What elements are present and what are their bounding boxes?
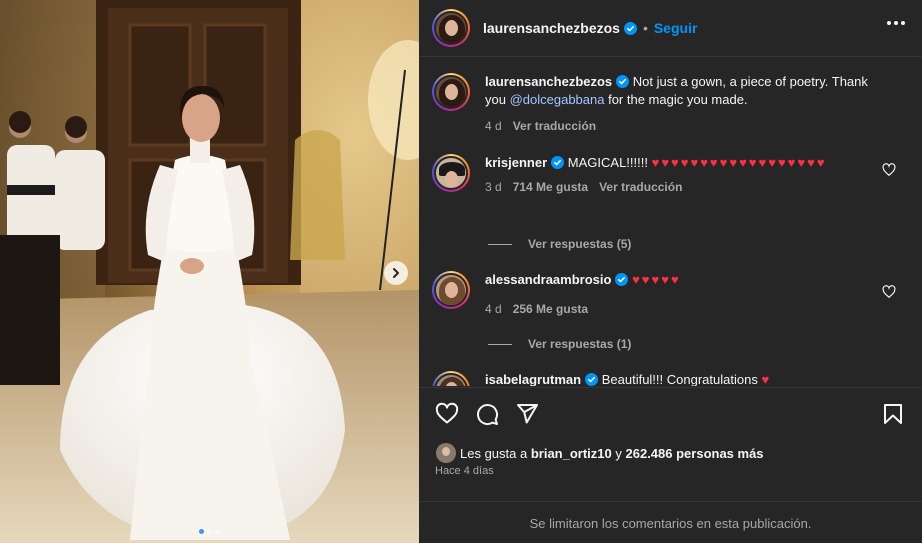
caption-mention[interactable]: @dolcegabbana [510, 92, 605, 107]
post-side-panel: laurensanchezbezos • Seguir laurensanche… [419, 0, 922, 543]
heart-emojis: ♥♥♥♥♥ [632, 272, 681, 287]
send-icon[interactable] [515, 402, 539, 426]
liker-avatar [436, 443, 456, 463]
likes-prefix: Les gusta a [460, 445, 528, 461]
comment-avatar[interactable] [432, 271, 470, 309]
verified-badge-icon [585, 373, 599, 386]
liker-username[interactable]: brian_ortiz10 [531, 446, 612, 461]
likes-middle: y [611, 445, 626, 461]
author-avatar[interactable] [432, 9, 470, 47]
verified-badge-icon [616, 75, 630, 88]
verified-badge-icon [551, 156, 565, 169]
carousel-dot [215, 529, 220, 534]
comment-likes[interactable]: 256 Me gusta [513, 300, 588, 318]
verified-badge-icon [623, 21, 637, 35]
caption-translate-link[interactable]: Ver traducción [513, 117, 596, 135]
comment-likes[interactable]: 714 Me gusta [513, 178, 588, 196]
comment-text: Beautiful!!! Congratulations [601, 372, 758, 386]
comment-translate-link[interactable]: Ver traducción [599, 178, 682, 196]
comment-username[interactable]: alessandraambrosio [485, 272, 611, 287]
caption-avatar[interactable] [432, 73, 470, 111]
heart-emojis: ♥♥♥♥♥♥♥♥♥♥♥♥♥♥♥♥♥♥ [651, 155, 827, 170]
comment-age: 3 d [485, 180, 502, 194]
comment-username[interactable]: krisjenner [485, 155, 547, 170]
bookmark-icon[interactable] [881, 402, 905, 426]
view-replies-button[interactable]: Ver respuestas (5) [488, 237, 631, 251]
comment-item: krisjenner MAGICAL!!!!!! ♥♥♥♥♥♥♥♥♥♥♥♥♥♥♥… [432, 154, 912, 196]
view-replies-label: Ver respuestas (1) [528, 337, 632, 351]
heart-icon[interactable] [435, 402, 459, 426]
wedding-gown-photo [0, 0, 419, 543]
post-timestamp: Hace 4 días [435, 465, 494, 477]
caption: laurensanchezbezos Not just a gown, a pi… [432, 73, 912, 135]
comments-limited-notice: Se limitaron los comentarios en esta pub… [419, 501, 922, 543]
comment-like-heart-icon[interactable] [882, 163, 896, 177]
heart-emojis: ♥ [761, 372, 772, 386]
instagram-post: laurensanchezbezos • Seguir laurensanche… [0, 0, 922, 543]
post-header: laurensanchezbezos • Seguir [419, 0, 922, 57]
caption-text-end: for the magic you made. [604, 92, 748, 107]
post-media[interactable] [0, 0, 419, 543]
comment-username[interactable]: isabelagrutman [485, 372, 581, 386]
chevron-right-icon [393, 268, 399, 278]
author-username[interactable]: laurensanchezbezos [483, 20, 620, 36]
post-actions: Les gusta a brian_ortiz10 y 262.486 pers… [419, 387, 922, 543]
likes-summary[interactable]: Les gusta a brian_ortiz10 y 262.486 pers… [436, 443, 764, 463]
carousel-next-button[interactable] [384, 261, 408, 285]
view-replies-label: Ver respuestas (5) [528, 237, 632, 251]
comment-like-heart-icon[interactable] [882, 285, 896, 299]
comment-item: isabelagrutman Beautiful!!! Congratulati… [432, 371, 912, 386]
comment-item: alessandraambrosio ♥♥♥♥♥ 4 d 256 Me gust… [432, 271, 912, 318]
more-options-icon[interactable] [887, 21, 905, 25]
comment-avatar[interactable] [432, 371, 470, 386]
comment-age: 4 d [485, 302, 502, 316]
follow-button[interactable]: Seguir [654, 20, 698, 36]
caption-age: 4 d [485, 119, 502, 133]
carousel-dot [199, 529, 204, 534]
header-separator: • [642, 20, 648, 36]
view-replies-button[interactable]: Ver respuestas (1) [488, 337, 631, 351]
verified-badge-icon [615, 273, 629, 286]
comment-text: MAGICAL!!!!!! [567, 155, 648, 170]
comments-list[interactable]: laurensanchezbezos Not just a gown, a pi… [419, 58, 922, 386]
comment-avatar[interactable] [432, 154, 470, 192]
likes-count[interactable]: 262.486 personas más [626, 446, 764, 461]
carousel-indicator [199, 529, 220, 534]
caption-username[interactable]: laurensanchezbezos [485, 74, 612, 89]
comment-icon[interactable] [475, 402, 499, 426]
carousel-dot [207, 529, 212, 534]
